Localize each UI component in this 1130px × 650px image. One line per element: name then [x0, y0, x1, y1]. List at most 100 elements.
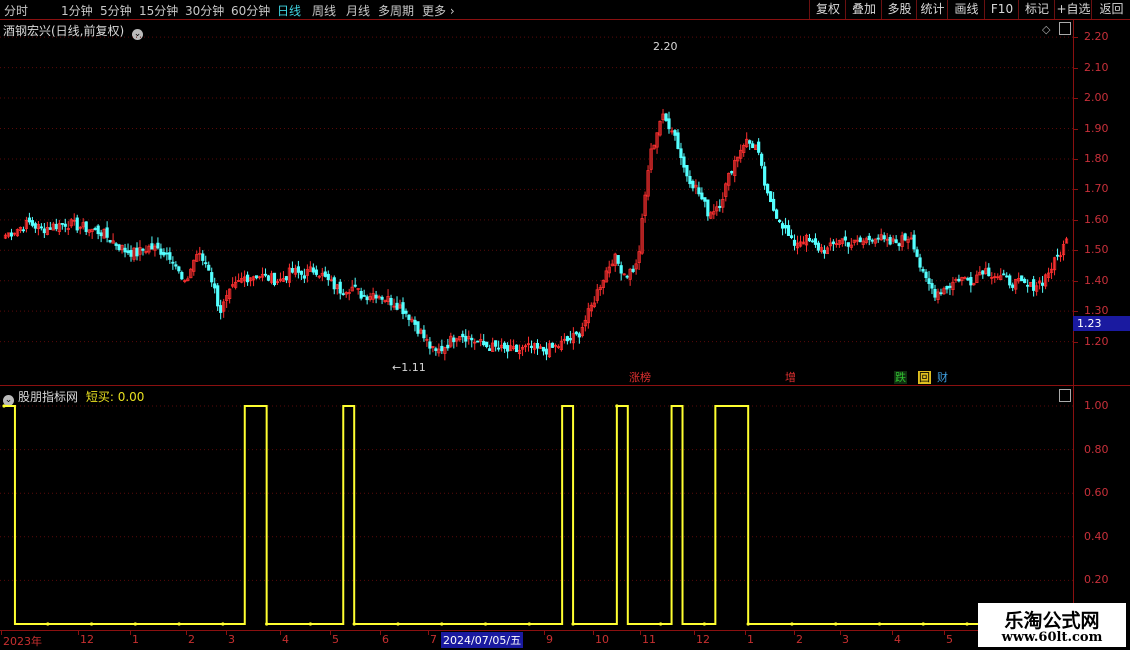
candle-body	[296, 266, 300, 273]
period-tab-daily[interactable]: 日线	[277, 2, 301, 19]
candle-body	[177, 266, 181, 272]
candle-body	[162, 252, 166, 256]
period-tab-15min[interactable]: 15分钟	[139, 2, 178, 19]
time-label: 10	[595, 633, 609, 646]
tag-increase[interactable]: 增	[784, 371, 797, 384]
candle-body	[470, 337, 474, 341]
candle-body	[440, 345, 444, 352]
candle-body	[84, 221, 88, 232]
candle-body	[780, 223, 785, 229]
indicator-point	[221, 622, 225, 626]
period-tab-fenshi[interactable]: 分时	[4, 2, 28, 19]
f10-button[interactable]: F10	[984, 0, 1019, 19]
price-tick-label: 2.00	[1084, 91, 1109, 105]
multi-stock-button[interactable]: 多股	[881, 0, 917, 19]
candle-body	[401, 302, 405, 315]
candle-body	[915, 249, 919, 257]
candle-body	[706, 199, 710, 217]
time-label: 5	[946, 633, 953, 646]
price-tick-label: 1.70	[1084, 182, 1109, 196]
low-price-label: ←1.11	[392, 361, 426, 374]
time-label: 9	[546, 633, 553, 646]
candle-body	[114, 243, 118, 246]
candle-body	[921, 269, 925, 272]
indicator-polyline	[4, 405, 978, 625]
draw-line-button[interactable]: 画线	[947, 0, 985, 19]
high-price-label: 2.20	[653, 40, 678, 53]
candle-body	[105, 227, 109, 238]
candle-body	[822, 249, 827, 254]
time-label: 5	[332, 633, 339, 646]
period-tab-1min[interactable]: 1分钟	[61, 2, 93, 19]
candle-body	[362, 295, 366, 297]
candle-body	[966, 278, 970, 281]
time-label: 2	[188, 633, 195, 646]
candle-body	[54, 223, 58, 230]
candle-body	[245, 274, 250, 283]
time-label: 1	[132, 633, 139, 646]
time-label: 3	[842, 633, 849, 646]
candle-body	[816, 242, 821, 251]
price-tick-label: 2.10	[1084, 60, 1109, 74]
period-tab-30min[interactable]: 30分钟	[185, 2, 224, 19]
candle-body	[544, 348, 549, 355]
tag-limit-up-list[interactable]: 涨榜	[628, 371, 652, 384]
candle-body	[700, 192, 704, 200]
time-label: 4	[894, 633, 901, 646]
candle-body	[703, 197, 707, 202]
candle-body	[673, 130, 677, 136]
indicator-point	[308, 622, 313, 626]
candle-body	[272, 272, 277, 286]
candle-body	[180, 272, 184, 280]
candle-body	[577, 333, 581, 338]
period-tab-more[interactable]: 更多 ›	[422, 2, 455, 19]
mark-button[interactable]: 标记	[1018, 0, 1055, 19]
candle-body	[314, 269, 318, 275]
period-tab-multi[interactable]: 多周期	[378, 2, 414, 19]
candle-body	[760, 153, 764, 166]
candle-body	[332, 277, 336, 290]
statistics-button[interactable]: 统计	[916, 0, 948, 19]
candle-body	[1020, 275, 1024, 282]
candle-body	[416, 321, 420, 334]
restore-rights-button[interactable]: 复权	[809, 0, 846, 19]
candle-body	[574, 331, 578, 335]
candle-body	[299, 270, 303, 275]
candle-body	[323, 271, 327, 277]
candle-body	[1055, 254, 1060, 257]
overlay-button[interactable]: 叠加	[845, 0, 882, 19]
indicator-point	[46, 622, 50, 626]
indicator-tick-label: 0.20	[1084, 573, 1109, 587]
time-label: 1	[747, 633, 754, 646]
period-tab-5min[interactable]: 5分钟	[100, 2, 132, 19]
add-watchlist-button[interactable]: +自选	[1054, 0, 1092, 19]
candle-body	[858, 237, 862, 243]
back-button[interactable]: 返回	[1091, 0, 1130, 19]
time-tick	[840, 631, 841, 635]
tag-finance[interactable]: 财	[936, 371, 949, 384]
candle-body	[772, 198, 776, 211]
candle-body	[263, 273, 268, 276]
tag-return[interactable]: 回	[918, 371, 931, 384]
candle-body	[945, 285, 949, 290]
candle-body	[789, 235, 794, 239]
period-tab-weekly[interactable]: 周线	[312, 2, 336, 19]
candle-body	[730, 171, 734, 174]
period-tab-monthly[interactable]: 月线	[346, 2, 370, 19]
time-label: 2	[796, 633, 803, 646]
period-tab-60min[interactable]: 60分钟	[231, 2, 270, 19]
candle-body	[201, 253, 205, 261]
candle-body	[930, 283, 934, 289]
candle-body	[927, 278, 931, 284]
candle-body	[204, 262, 208, 265]
candle-body	[407, 314, 411, 320]
candle-body	[359, 290, 363, 299]
candle-body	[1032, 279, 1036, 291]
time-label: 4	[282, 633, 289, 646]
tag-fall[interactable]: 跌	[894, 371, 907, 384]
candle-body	[912, 234, 916, 250]
candle-body	[831, 241, 835, 245]
price-tick-label: 1.80	[1084, 151, 1109, 165]
watermark-logo: 乐淘公式网 www.60lt.com	[978, 603, 1126, 647]
candle-body	[529, 345, 534, 348]
